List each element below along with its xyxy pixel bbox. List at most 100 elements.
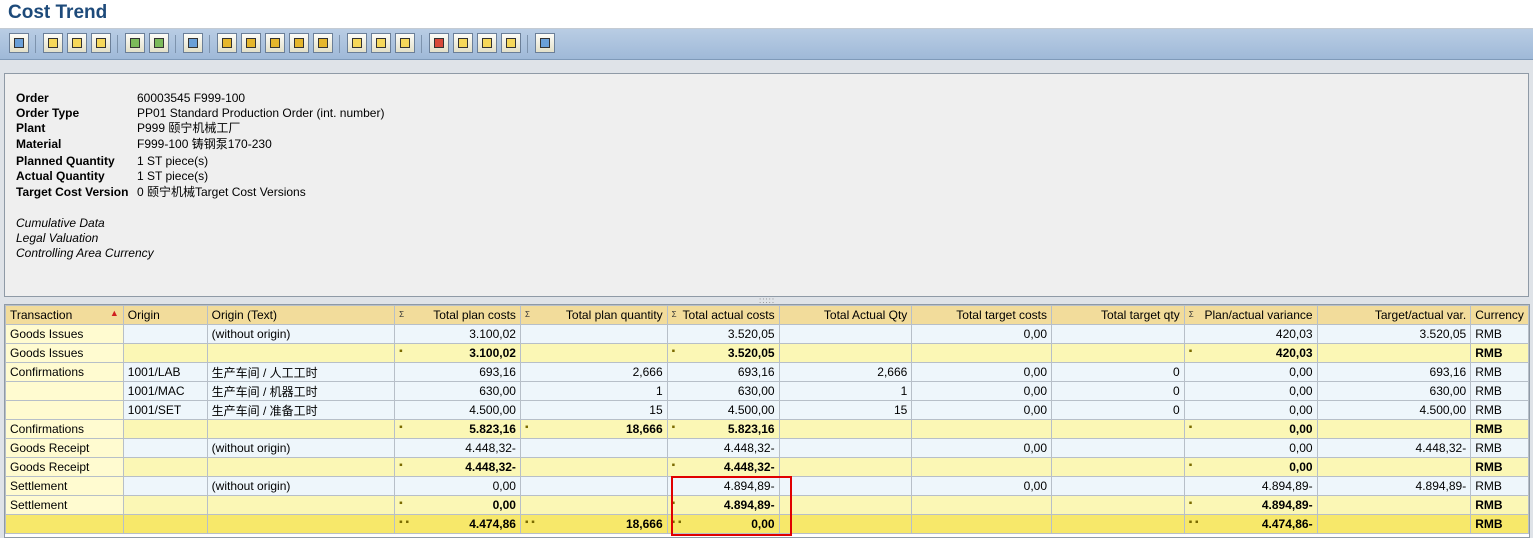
cell-currency[interactable]: RMB	[1470, 343, 1529, 363]
chart-icon[interactable]	[535, 33, 555, 53]
cell-origin[interactable]	[122, 343, 208, 363]
cell-origin[interactable]: 1001/MAC	[122, 381, 208, 401]
cell-total-plan-quantity[interactable]: ▪ 18,666	[519, 419, 668, 439]
cell-total-plan-quantity[interactable]	[519, 343, 668, 363]
cell-total-actual-qty[interactable]	[778, 514, 913, 534]
cell-transaction[interactable]	[5, 400, 124, 420]
cell-total-target-costs[interactable]	[911, 343, 1053, 363]
cell-total-actual-qty[interactable]	[778, 324, 913, 344]
cell-total-target-qty[interactable]: 0	[1051, 362, 1185, 382]
cell-currency[interactable]: RMB	[1470, 476, 1529, 496]
cell-origin-text[interactable]: 生产车间 / 准备工时	[206, 400, 396, 420]
save-layout-icon[interactable]	[395, 33, 415, 53]
cell-origin-text[interactable]	[206, 495, 396, 515]
cell-total-target-costs[interactable]	[911, 514, 1053, 534]
select-layout-icon[interactable]	[371, 33, 391, 53]
cell-currency[interactable]: RMB	[1470, 438, 1529, 458]
cell-transaction[interactable]: Confirmations	[5, 362, 124, 382]
cell-origin[interactable]	[122, 419, 208, 439]
cell-total-plan-costs[interactable]: 0,00	[394, 476, 521, 496]
cell-currency[interactable]: RMB	[1470, 400, 1529, 420]
cell-target-actual-var[interactable]	[1316, 457, 1472, 477]
cell-plan-actual-variance[interactable]: 0,00	[1183, 362, 1318, 382]
cell-origin[interactable]	[122, 438, 208, 458]
cell-transaction[interactable]: Settlement	[5, 495, 124, 515]
cell-currency[interactable]: RMB	[1470, 419, 1529, 439]
cell-total-target-qty[interactable]	[1051, 438, 1185, 458]
cell-total-plan-costs[interactable]: 3.100,02	[394, 324, 521, 344]
cell-total-actual-qty[interactable]	[778, 457, 913, 477]
filter-delete-icon[interactable]	[91, 33, 111, 53]
cell-origin[interactable]: 1001/SET	[122, 400, 208, 420]
cell-currency[interactable]: RMB	[1470, 514, 1529, 534]
cell-plan-actual-variance[interactable]: ▪ ▪ 4.474,86-	[1183, 514, 1318, 534]
cell-origin-text[interactable]: (without origin)	[206, 324, 396, 344]
cell-target-actual-var[interactable]: 4.894,89-	[1316, 476, 1472, 496]
cell-target-actual-var[interactable]	[1316, 419, 1472, 439]
cell-total-target-costs[interactable]: 0,00	[911, 476, 1053, 496]
cell-origin-text[interactable]	[206, 457, 396, 477]
cell-total-target-costs[interactable]: 0,00	[911, 438, 1053, 458]
cell-total-target-qty[interactable]	[1051, 514, 1185, 534]
cell-total-plan-quantity[interactable]	[519, 457, 668, 477]
cell-plan-actual-variance[interactable]: ▪ 0,00	[1183, 419, 1318, 439]
cell-plan-actual-variance[interactable]: 420,03	[1183, 324, 1318, 344]
subtotal-row[interactable]: Confirmations ▪ 5.823,16 ▪ 18,666 ▪ 5.823,16 ▪ 0…	[5, 419, 1529, 439]
cell-total-plan-costs[interactable]: ▪ ▪ 4.474,86	[394, 514, 521, 534]
cell-total-target-qty[interactable]	[1051, 324, 1185, 344]
column-header-origin-text[interactable]: Origin (Text)	[206, 305, 396, 325]
cell-transaction[interactable]: Goods Receipt	[5, 438, 124, 458]
column-header-target-actual-var[interactable]: Target/actual var.	[1316, 305, 1472, 325]
details-icon[interactable]	[9, 33, 29, 53]
cell-total-target-costs[interactable]: 0,00	[911, 381, 1053, 401]
cell-origin[interactable]	[122, 476, 208, 496]
cell-total-actual-costs[interactable]: ▪ 4.448,32-	[666, 457, 780, 477]
column-header-total-actual-qty[interactable]: Total Actual Qty	[778, 305, 913, 325]
cell-target-actual-var[interactable]: 4.500,00	[1316, 400, 1472, 420]
cell-total-plan-quantity[interactable]	[519, 324, 668, 344]
table-row[interactable]: Settlement (without origin) 0,00 4.894,89- 0…	[5, 476, 1529, 496]
cell-total-actual-costs[interactable]: ▪ ▪ 0,00	[666, 514, 780, 534]
abc-analysis-icon[interactable]	[313, 33, 333, 53]
cell-origin-text[interactable]: (without origin)	[206, 476, 396, 496]
cell-origin-text[interactable]	[206, 514, 396, 534]
cell-total-plan-costs[interactable]: 4.448,32-	[394, 438, 521, 458]
cell-target-actual-var[interactable]	[1316, 514, 1472, 534]
cell-plan-actual-variance[interactable]: ▪ 4.894,89-	[1183, 495, 1318, 515]
cell-total-target-qty[interactable]: 0	[1051, 381, 1185, 401]
column-header-currency[interactable]: Currency	[1470, 305, 1529, 325]
print-preview-icon[interactable]	[183, 33, 203, 53]
local-file-icon[interactable]	[265, 33, 285, 53]
cell-total-target-qty[interactable]	[1051, 495, 1185, 515]
cell-plan-actual-variance[interactable]: 0,00	[1183, 438, 1318, 458]
cell-total-actual-qty[interactable]: 2,666	[778, 362, 913, 382]
cell-total-target-costs[interactable]	[911, 457, 1053, 477]
cell-origin[interactable]	[122, 495, 208, 515]
cell-plan-actual-variance[interactable]: 0,00	[1183, 400, 1318, 420]
export-spreadsheet-icon[interactable]	[217, 33, 237, 53]
cell-total-plan-quantity[interactable]: 15	[519, 400, 668, 420]
cell-total-actual-costs[interactable]: ▪ 4.894,89-	[666, 495, 780, 515]
cell-origin-text[interactable]	[206, 419, 396, 439]
cell-total-actual-costs[interactable]: 4.500,00	[666, 400, 780, 420]
currency-icon[interactable]	[501, 33, 521, 53]
grand-total-row[interactable]: ▪ ▪ 4.474,86 ▪ ▪ 18,666 ▪ ▪ 0,00 ▪ ▪ 4.474,86- R…	[5, 514, 1529, 534]
cell-transaction[interactable]: Confirmations	[5, 419, 124, 439]
cell-total-actual-costs[interactable]: 693,16	[666, 362, 780, 382]
sum-icon[interactable]	[125, 33, 145, 53]
sort-ascending-icon[interactable]	[43, 33, 63, 53]
cell-plan-actual-variance[interactable]: 4.894,89-	[1183, 476, 1318, 496]
cell-total-actual-costs[interactable]: 3.520,05	[666, 324, 780, 344]
cell-total-plan-quantity[interactable]	[519, 495, 668, 515]
cell-total-actual-costs[interactable]: ▪ 3.520,05	[666, 343, 780, 363]
cell-total-target-costs[interactable]	[911, 495, 1053, 515]
cell-total-plan-quantity[interactable]: ▪ ▪ 18,666	[519, 514, 668, 534]
subtotal-icon[interactable]	[149, 33, 169, 53]
cell-total-target-costs[interactable]: 0,00	[911, 400, 1053, 420]
cell-total-target-costs[interactable]	[911, 419, 1053, 439]
cell-total-actual-costs[interactable]: 4.448,32-	[666, 438, 780, 458]
cell-plan-actual-variance[interactable]: ▪ 0,00	[1183, 457, 1318, 477]
cell-transaction[interactable]	[5, 381, 124, 401]
cell-total-actual-qty[interactable]	[778, 343, 913, 363]
column-header-plan-actual-variance[interactable]: Σ Plan/actual variance	[1183, 305, 1318, 325]
